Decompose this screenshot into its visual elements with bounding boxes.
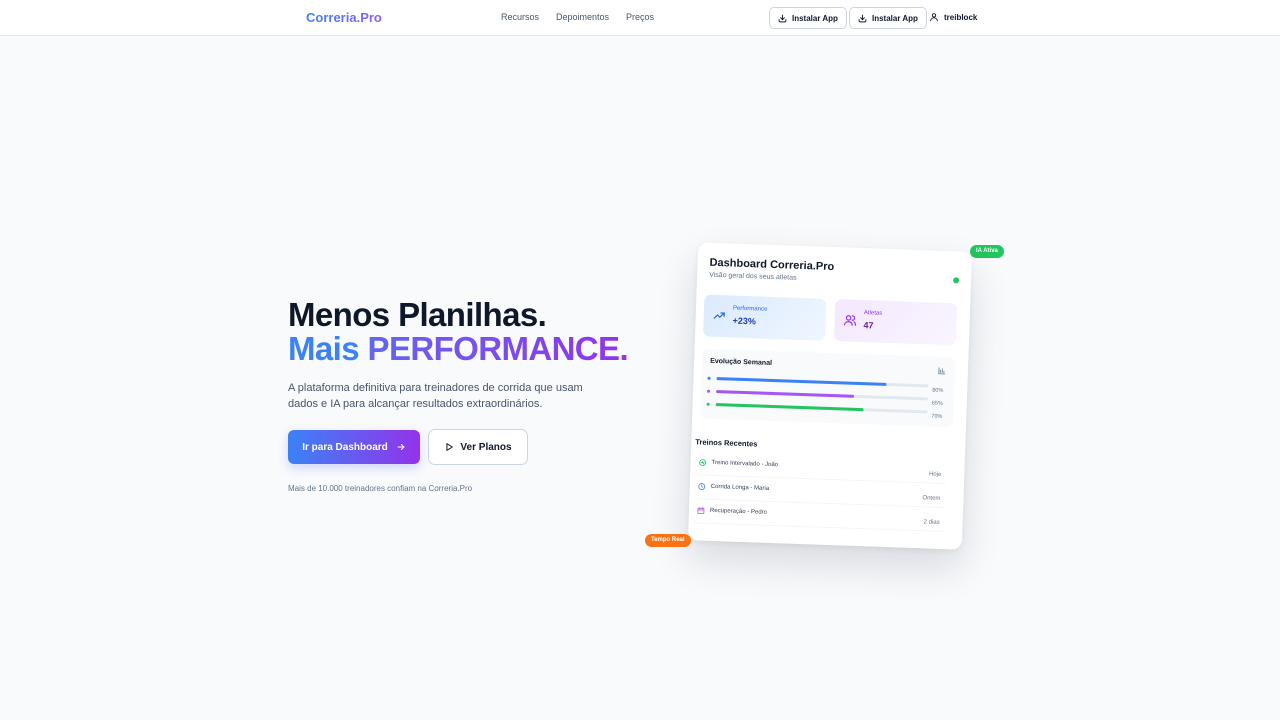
user-icon <box>930 13 938 22</box>
view-plans-label: Ver Planos <box>460 441 512 453</box>
bar-chart-icon <box>938 367 946 375</box>
install-app-label: Instalar App <box>872 13 918 23</box>
top-header: Correria.Pro Recursos Depoimentos Preços… <box>0 0 1280 36</box>
recent-workout-when: 2 dias <box>923 519 940 526</box>
hero-subtitle: A plataforma definitiva para treinadores… <box>288 382 583 410</box>
install-app-button-1[interactable]: Instalar App <box>769 7 847 29</box>
arrow-right-icon <box>397 444 405 450</box>
hero-title-line2: Mais PERFORMANCE. <box>288 330 629 367</box>
user-menu[interactable]: treiblock <box>929 12 977 22</box>
hero-title-line1: Menos Planilhas. <box>288 296 547 333</box>
recent-workout-name: Treino Intervalado - João <box>711 459 779 469</box>
weekly-bar-dot <box>707 389 711 393</box>
performance-value: +23% <box>732 315 757 327</box>
weekly-bar-percent: 70% <box>931 413 943 420</box>
performance-stat-card: Performance +23% <box>702 294 827 341</box>
weekly-evolution-title: Evolução Semanal <box>710 357 773 367</box>
username: treiblock <box>944 12 978 22</box>
recent-workout-name: Corrida Longa - Maria <box>710 483 770 492</box>
weekly-bar-track <box>716 377 929 388</box>
weekly-evolution-panel: Evolução Semanal 80% 65% 70% <box>700 348 956 428</box>
nav-link-precos[interactable]: Preços <box>626 12 654 22</box>
hero-title: Menos Planilhas. Mais PERFORMANCE. <box>288 296 629 367</box>
view-plans-button[interactable]: Ver Planos <box>428 429 528 465</box>
hero-title-mais: Mais <box>288 330 360 367</box>
weekly-bar-fill <box>715 403 864 412</box>
install-app-label: Instalar App <box>792 13 838 23</box>
athletes-stat-card: Atletas 47 <box>833 299 958 346</box>
nav-link-depoimentos[interactable]: Depoimentos <box>556 12 609 22</box>
calendar-icon <box>697 507 705 515</box>
recent-workout-name: Recuperação - Pedro <box>709 507 768 516</box>
realtime-badge: Tempo Real <box>645 534 691 547</box>
weekly-bar-percent: 65% <box>931 400 943 407</box>
download-icon <box>858 14 867 22</box>
install-app-button-2[interactable]: Instalar App <box>849 7 927 29</box>
dashboard-title: Dashboard Correria.Pro <box>709 256 835 274</box>
weekly-bar-fill <box>716 390 854 398</box>
ia-active-badge: IA Ativa <box>970 245 1004 258</box>
recent-workouts-title: Treinos Recentes <box>695 437 758 449</box>
go-to-dashboard-button[interactable]: Ir para Dashboard <box>288 430 420 464</box>
dashboard-preview-card: Dashboard Correria.Pro Visão geral dos s… <box>687 242 973 550</box>
main-nav: Recursos Depoimentos Preços <box>501 12 654 22</box>
weekly-bar-dot <box>706 402 710 406</box>
performance-label: Performance <box>732 305 768 313</box>
download-icon <box>778 14 787 22</box>
live-status-dot <box>953 277 960 284</box>
trust-text: Mais de 10.000 treinadores confiam na Co… <box>288 484 473 493</box>
athletes-value: 47 <box>863 320 874 331</box>
weekly-bar-percent: 80% <box>932 387 944 394</box>
play-icon <box>446 443 454 451</box>
brand-logo[interactable]: Correria.Pro <box>306 10 382 25</box>
athletes-label: Atletas <box>863 310 883 317</box>
clock-icon <box>698 483 706 490</box>
recent-workout-item[interactable]: Recuperação - Pedro 2 dias <box>692 503 947 533</box>
weekly-bar-fill <box>716 377 887 386</box>
trending-up-icon <box>713 312 725 319</box>
weekly-bar-track <box>716 390 929 401</box>
hero-title-performance: PERFORMANCE. <box>367 330 629 367</box>
weekly-bar-dot <box>707 376 711 380</box>
dashboard-subtitle: Visão geral dos seus atletas <box>709 271 797 282</box>
recent-workout-when: Hoje <box>928 471 942 478</box>
activity-icon <box>699 459 706 466</box>
recent-workout-when: Ontem <box>922 495 941 502</box>
weekly-bar-track <box>715 403 928 414</box>
go-to-dashboard-label: Ir para Dashboard <box>302 441 388 453</box>
users-icon <box>843 315 856 326</box>
nav-link-recursos[interactable]: Recursos <box>501 12 539 22</box>
